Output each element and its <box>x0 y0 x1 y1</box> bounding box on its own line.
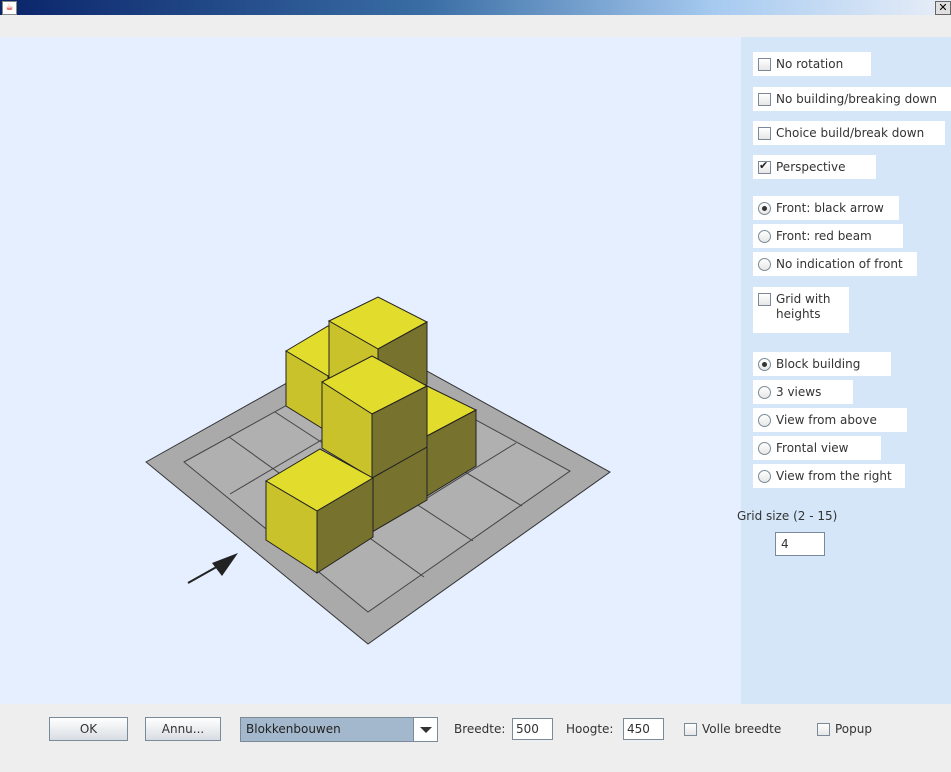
radio-selected-icon <box>758 201 771 215</box>
ok-button[interactable]: OK <box>49 717 128 741</box>
close-button[interactable]: ✕ <box>935 1 951 15</box>
cancel-button[interactable]: Annu... <box>145 717 221 741</box>
radio-icon <box>758 385 771 399</box>
view-right-radio[interactable]: View from the right <box>753 464 905 488</box>
view-right-label: View from the right <box>776 469 892 483</box>
perspective-checkbox[interactable]: Perspective <box>753 155 876 179</box>
frontal-view-label: Frontal view <box>776 441 849 455</box>
radio-icon <box>758 469 771 483</box>
block-building-label: Block building <box>776 357 861 371</box>
grid-heights-line2: heights <box>776 307 821 321</box>
checkbox-icon <box>758 126 771 140</box>
width-input[interactable] <box>512 718 553 740</box>
chevron-down-icon[interactable] <box>413 718 437 741</box>
bottom-toolbar <box>0 704 951 772</box>
grid-heights-label: Grid with heights <box>776 292 830 322</box>
front-black-arrow-label: Front: black arrow <box>776 201 884 215</box>
mode-select[interactable]: Blokkenbouwen <box>240 717 438 742</box>
block-building-radio[interactable]: Block building <box>753 352 891 376</box>
options-panel: No rotation No building/breaking down Ch… <box>737 37 951 704</box>
no-indication-label: No indication of front <box>776 257 903 271</box>
radio-selected-icon <box>758 357 771 371</box>
title-bar: ☕ ✕ <box>0 0 951 15</box>
frontal-view-radio[interactable]: Frontal view <box>753 436 881 460</box>
view-above-label: View from above <box>776 413 877 427</box>
popup-checkbox[interactable]: Popup <box>817 722 872 736</box>
radio-icon <box>758 441 771 455</box>
three-views-label: 3 views <box>776 385 822 399</box>
block-canvas[interactable] <box>0 37 741 704</box>
no-rotation-label: No rotation <box>776 57 844 71</box>
mode-select-value: Blokkenbouwen <box>246 722 341 736</box>
width-label: Breedte: <box>454 722 506 736</box>
checkbox-icon <box>758 293 771 306</box>
checkbox-icon <box>758 57 771 71</box>
grid-heights-line1: Grid with <box>776 292 831 306</box>
grid-size-label: Grid size (2 - 15) <box>737 509 838 523</box>
grid-heights-checkbox[interactable]: Grid with heights <box>753 287 849 333</box>
choice-build-label: Choice build/break down <box>776 126 925 140</box>
checkbox-icon <box>684 722 697 736</box>
radio-icon <box>758 229 771 243</box>
no-rotation-checkbox[interactable]: No rotation <box>753 52 871 76</box>
full-width-checkbox[interactable]: Volle breedte <box>684 722 781 736</box>
height-input[interactable] <box>623 718 664 740</box>
front-arrow-icon <box>187 553 238 584</box>
checkbox-icon <box>817 722 830 736</box>
no-indication-radio[interactable]: No indication of front <box>753 252 917 276</box>
radio-icon <box>758 257 771 271</box>
no-building-checkbox[interactable]: No building/breaking down <box>753 87 951 111</box>
checkbox-checked-icon <box>758 159 771 174</box>
front-black-arrow-radio[interactable]: Front: black arrow <box>753 196 899 220</box>
front-red-beam-label: Front: red beam <box>776 229 872 243</box>
height-label: Hoogte: <box>566 722 614 736</box>
checkbox-icon <box>758 92 771 106</box>
grid-size-input[interactable] <box>775 532 825 556</box>
choice-build-checkbox[interactable]: Choice build/break down <box>753 121 945 145</box>
view-above-radio[interactable]: View from above <box>753 408 907 432</box>
full-width-label: Volle breedte <box>702 722 782 736</box>
radio-icon <box>758 413 771 427</box>
block-scene[interactable] <box>0 37 741 704</box>
no-building-label: No building/breaking down <box>776 92 937 106</box>
perspective-label: Perspective <box>776 160 846 174</box>
java-icon[interactable]: ☕ <box>2 1 17 15</box>
three-views-radio[interactable]: 3 views <box>753 380 853 404</box>
popup-label: Popup <box>835 722 872 736</box>
front-red-beam-radio[interactable]: Front: red beam <box>753 224 903 248</box>
